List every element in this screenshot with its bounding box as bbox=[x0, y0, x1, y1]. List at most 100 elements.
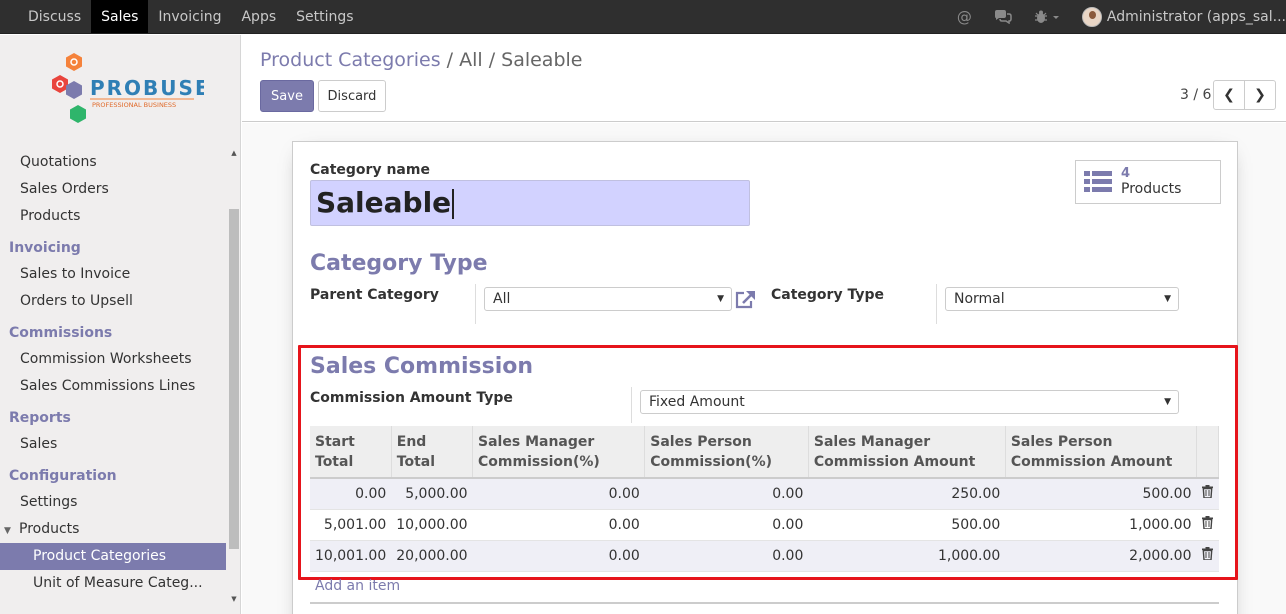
table-cell[interactable]: 0.00 bbox=[472, 540, 645, 572]
table-cell[interactable]: 1,000.00 bbox=[808, 540, 1006, 572]
sidebar-scroll-thumb[interactable] bbox=[229, 209, 239, 549]
menu-apps[interactable]: Apps bbox=[231, 0, 286, 33]
pager-value[interactable]: 3 / 6 bbox=[1180, 87, 1211, 103]
column-header-manager-amount[interactable]: Sales Manager Commission Amount bbox=[808, 426, 1006, 479]
table-row[interactable]: 0.00 5,000.00 0.00 0.00 250.00 500.00 bbox=[310, 478, 1219, 510]
table-cell[interactable]: 5,001.00 bbox=[310, 509, 392, 541]
breadcrumb-root[interactable]: Product Categories bbox=[260, 49, 441, 71]
trash-icon bbox=[1202, 516, 1213, 530]
discard-button[interactable]: Discard bbox=[318, 80, 386, 112]
table-cell[interactable]: 0.00 bbox=[472, 478, 645, 510]
sidebar-section-commissions[interactable]: Commissions bbox=[0, 320, 226, 346]
table-cell[interactable]: 250.00 bbox=[808, 478, 1006, 510]
table-footer-divider bbox=[310, 602, 1219, 604]
table-cell[interactable]: 1,000.00 bbox=[1005, 509, 1197, 541]
pager-previous-button[interactable]: ❮ bbox=[1213, 80, 1245, 110]
sidebar-item-sales-to-invoice[interactable]: Sales to Invoice bbox=[0, 261, 226, 288]
save-button[interactable]: Save bbox=[260, 80, 314, 112]
dropdown-caret-icon: ▼ bbox=[717, 294, 724, 304]
sidebar-item-quotations[interactable]: Quotations bbox=[0, 149, 226, 176]
table-cell[interactable]: 0.00 bbox=[644, 540, 809, 572]
control-panel: Product Categories / All / Saleable Save… bbox=[242, 35, 1286, 122]
category-name-input[interactable]: Saleable bbox=[310, 180, 750, 226]
table-cell[interactable]: 10,001.00 bbox=[310, 540, 392, 572]
sidebar-item-sales-commissions-lines[interactable]: Sales Commissions Lines bbox=[0, 373, 226, 400]
field-divider bbox=[936, 284, 937, 324]
category-type-select[interactable]: Normal ▼ bbox=[945, 287, 1179, 311]
sidebar-section-reports[interactable]: Reports bbox=[0, 405, 226, 431]
menu-invoicing[interactable]: Invoicing bbox=[148, 0, 231, 33]
table-cell[interactable]: 0.00 bbox=[310, 478, 392, 510]
sidebar-item-uom-categories[interactable]: Unit of Measure Categ... bbox=[0, 570, 226, 597]
sidebar-item-products-group[interactable]: ▼ Products bbox=[0, 516, 226, 543]
products-smart-button[interactable]: 4 Products bbox=[1075, 160, 1221, 204]
sidebar-item-product-categories[interactable]: Product Categories bbox=[0, 543, 226, 570]
add-item-link[interactable]: Add an item bbox=[315, 578, 400, 594]
commission-table: Start Total End Total Sales Manager Comm… bbox=[310, 426, 1219, 572]
systray: @ Administrator (apps_sal... bbox=[957, 0, 1286, 34]
external-link-icon[interactable] bbox=[735, 290, 756, 309]
list-icon bbox=[1084, 171, 1112, 192]
menu-settings[interactable]: Settings bbox=[286, 0, 363, 33]
field-divider bbox=[631, 387, 632, 423]
category-name-label: Category name bbox=[310, 162, 430, 178]
column-header-actions bbox=[1196, 426, 1219, 479]
table-row[interactable]: 5,001.00 10,000.00 0.00 0.00 500.00 1,00… bbox=[310, 509, 1219, 541]
probuse-logo: PROBUSE PROFESSIONAL BUSINESS bbox=[52, 53, 204, 123]
chevron-right-icon: ❯ bbox=[1254, 87, 1266, 103]
column-header-end-total[interactable]: End Total bbox=[391, 426, 474, 479]
sidebar-item-orders-to-upsell[interactable]: Orders to Upsell bbox=[0, 288, 226, 315]
dropdown-caret-icon: ▼ bbox=[1164, 294, 1171, 304]
column-header-start-total[interactable]: Start Total bbox=[310, 426, 392, 479]
main-menu: Discuss Sales Invoicing Apps Settings bbox=[0, 0, 364, 33]
user-avatar[interactable] bbox=[1081, 7, 1102, 27]
sidebar-item-products[interactable]: Products bbox=[0, 203, 226, 230]
chat-icon[interactable] bbox=[994, 10, 1012, 24]
trash-icon bbox=[1202, 485, 1213, 499]
user-menu[interactable]: Administrator (apps_sal... bbox=[1107, 9, 1286, 25]
scroll-up-icon[interactable]: ▲ bbox=[229, 149, 239, 157]
commission-amount-type-label: Commission Amount Type bbox=[310, 390, 513, 406]
logo-tagline-text: PROFESSIONAL BUSINESS bbox=[92, 101, 176, 109]
commission-amount-type-value: Fixed Amount bbox=[649, 394, 745, 410]
products-label: Products bbox=[1121, 181, 1182, 197]
sidebar-item-settings[interactable]: Settings bbox=[0, 489, 226, 516]
table-cell[interactable]: 2,000.00 bbox=[1005, 540, 1197, 572]
delete-row-button[interactable] bbox=[1196, 540, 1219, 572]
logo-brand-text: PROBUSE bbox=[90, 76, 204, 100]
top-navbar: Discuss Sales Invoicing Apps Settings @ … bbox=[0, 0, 1286, 34]
delete-row-button[interactable] bbox=[1196, 509, 1219, 541]
text-cursor bbox=[452, 189, 455, 219]
table-cell[interactable]: 0.00 bbox=[644, 478, 809, 510]
table-cell[interactable]: 0.00 bbox=[472, 509, 645, 541]
category-type-heading: Category Type bbox=[310, 251, 488, 276]
table-row[interactable]: 10,001.00 20,000.00 0.00 0.00 1,000.00 2… bbox=[310, 540, 1219, 572]
menu-discuss[interactable]: Discuss bbox=[18, 0, 91, 33]
at-icon[interactable]: @ bbox=[957, 8, 972, 26]
table-cell[interactable]: 5,000.00 bbox=[391, 478, 473, 510]
debug-bug-icon[interactable] bbox=[1034, 10, 1060, 24]
table-cell[interactable]: 20,000.00 bbox=[391, 540, 473, 572]
sidebar-item-sales-orders[interactable]: Sales Orders bbox=[0, 176, 226, 203]
delete-row-button[interactable] bbox=[1196, 478, 1219, 510]
sidebar-item-sales-report[interactable]: Sales bbox=[0, 431, 226, 458]
menu-sales[interactable]: Sales bbox=[91, 0, 149, 33]
sidebar-section-configuration[interactable]: Configuration bbox=[0, 463, 226, 489]
column-header-person-amount[interactable]: Sales Person Commission Amount bbox=[1005, 426, 1198, 479]
sidebar-item-commission-worksheets[interactable]: Commission Worksheets bbox=[0, 346, 226, 373]
scroll-down-icon[interactable]: ▼ bbox=[229, 595, 239, 603]
column-header-person-pct[interactable]: Sales Person Commission(%) bbox=[644, 426, 809, 479]
table-cell[interactable]: 0.00 bbox=[644, 509, 809, 541]
table-cell[interactable]: 10,000.00 bbox=[391, 509, 473, 541]
pager-next-button[interactable]: ❯ bbox=[1244, 80, 1276, 110]
commission-amount-type-select[interactable]: Fixed Amount ▼ bbox=[640, 390, 1179, 414]
table-cell[interactable]: 500.00 bbox=[1005, 478, 1197, 510]
dropdown-caret-icon: ▼ bbox=[1164, 397, 1171, 407]
products-count: 4 bbox=[1121, 166, 1131, 181]
parent-category-select[interactable]: All ▼ bbox=[484, 287, 732, 311]
column-header-manager-pct[interactable]: Sales Manager Commission(%) bbox=[472, 426, 646, 479]
trash-icon bbox=[1202, 547, 1213, 561]
sales-commission-heading: Sales Commission bbox=[310, 354, 534, 379]
sidebar-section-invoicing[interactable]: Invoicing bbox=[0, 235, 226, 261]
table-cell[interactable]: 500.00 bbox=[808, 509, 1006, 541]
